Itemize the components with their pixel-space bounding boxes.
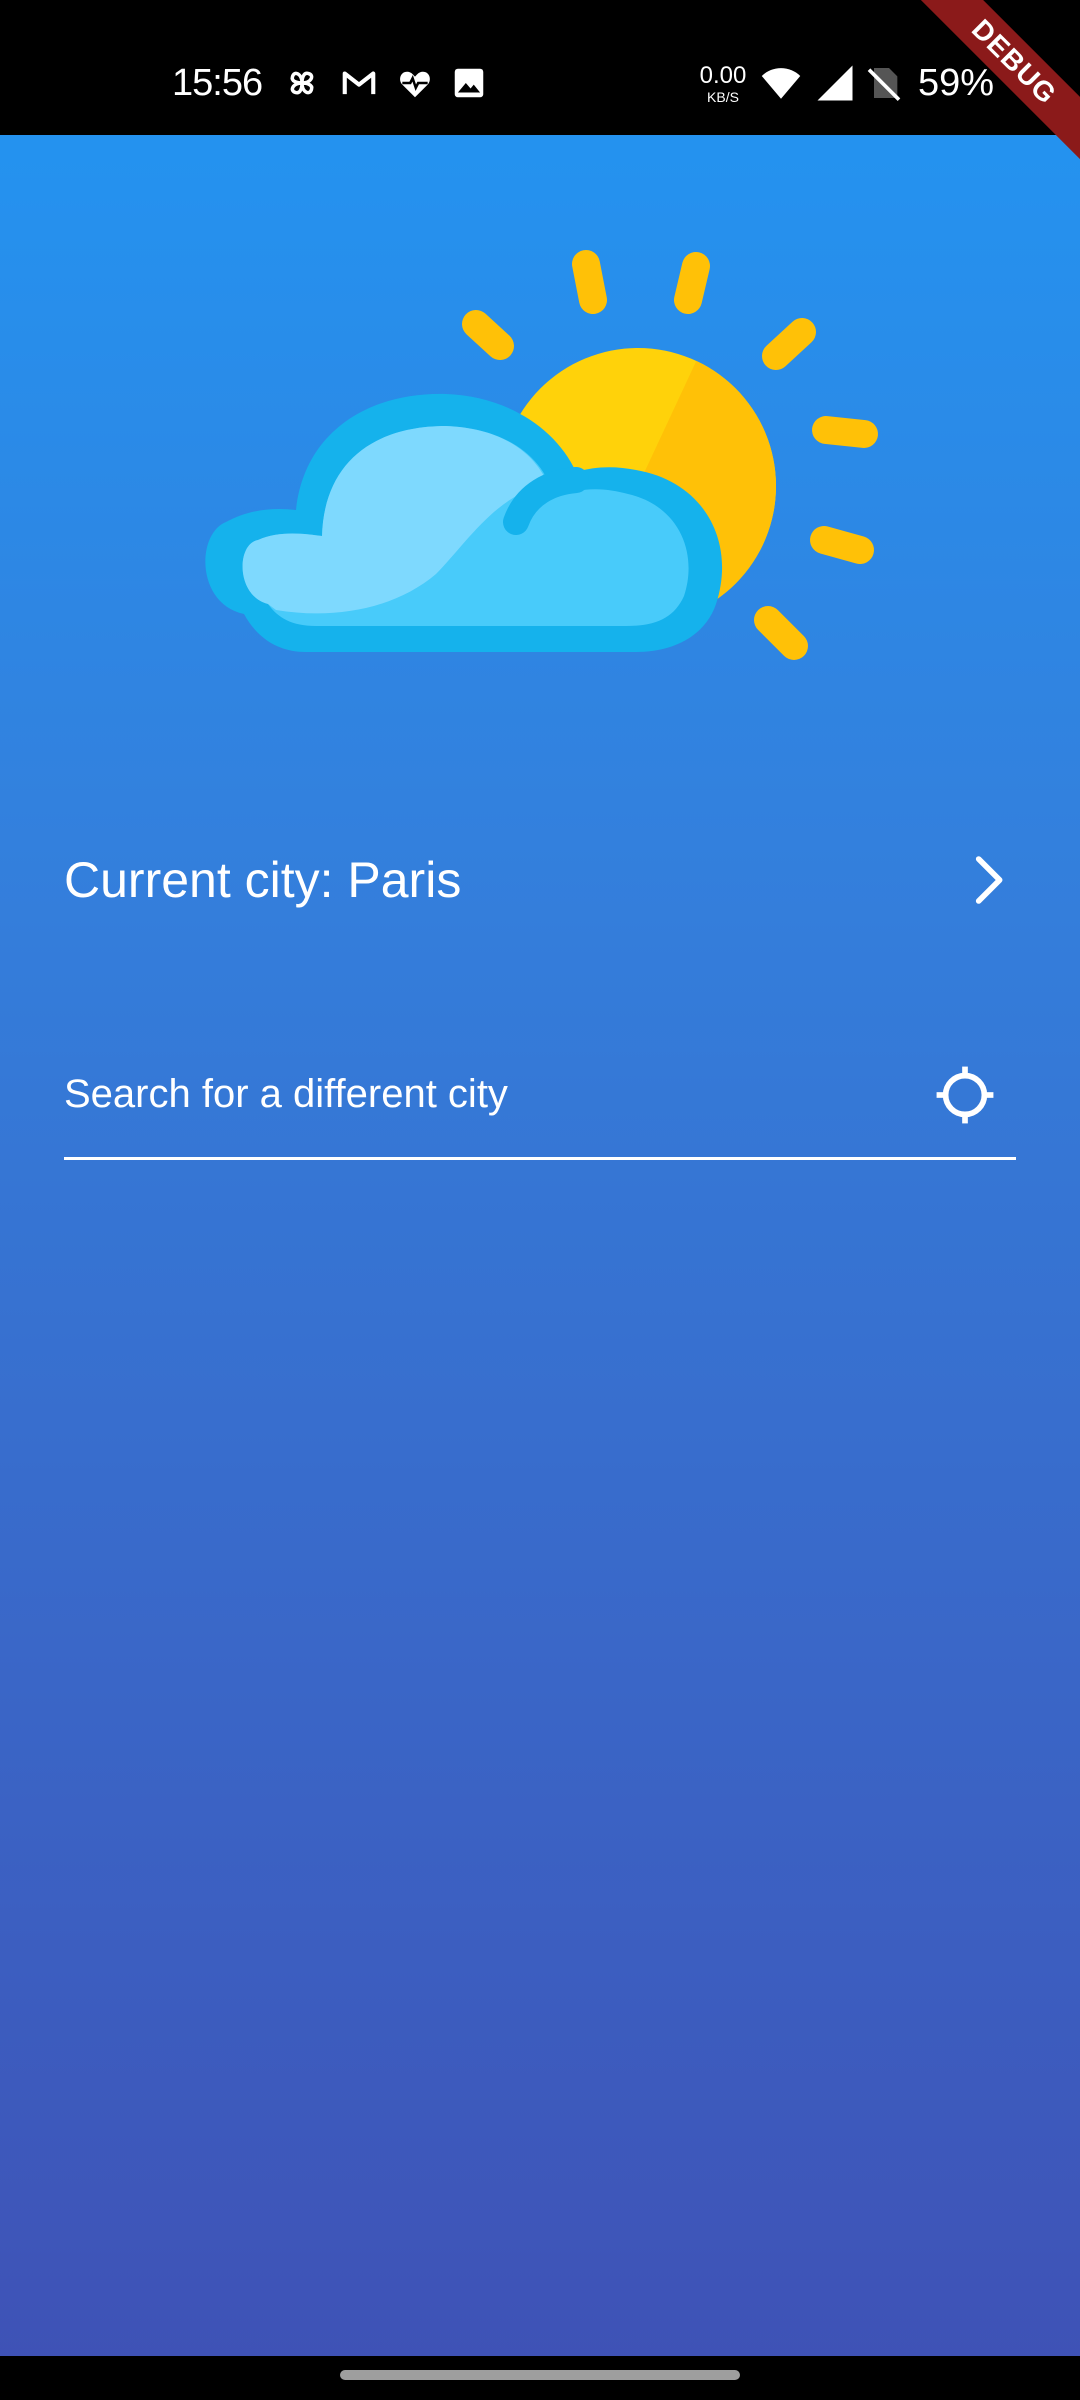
network-speed-value: 0.00: [699, 62, 747, 89]
gmail-icon: [340, 64, 378, 102]
navigation-bar: [0, 2356, 1080, 2400]
partly-cloudy-icon: [196, 244, 896, 734]
my-location-icon[interactable]: [934, 1064, 996, 1126]
no-sim-icon: [864, 62, 904, 104]
weather-app-screen: 15:56 0.00 KB/S 59% DEBUG Current city: …: [0, 0, 1080, 2400]
network-speed: 0.00 KB/S: [696, 62, 750, 105]
cell-signal-icon: [814, 62, 856, 104]
network-speed-unit: KB/S: [707, 89, 739, 105]
chevron-right-icon: [960, 852, 1016, 908]
city-search-input[interactable]: [64, 1064, 884, 1124]
status-time: 15:56: [172, 62, 263, 104]
pinwheel-icon: [283, 64, 321, 102]
current-city-button[interactable]: Current city: Paris: [64, 840, 1016, 920]
image-icon: [450, 64, 488, 102]
heart-pulse-icon: [396, 64, 434, 102]
wifi-icon: [760, 62, 802, 104]
current-city-label: Current city: Paris: [64, 852, 462, 908]
home-gesture-handle[interactable]: [340, 2370, 740, 2380]
city-search-field: [64, 1050, 1016, 1160]
battery-percent: 59%: [918, 62, 995, 104]
status-bar: 15:56 0.00 KB/S 59%: [0, 0, 1080, 135]
